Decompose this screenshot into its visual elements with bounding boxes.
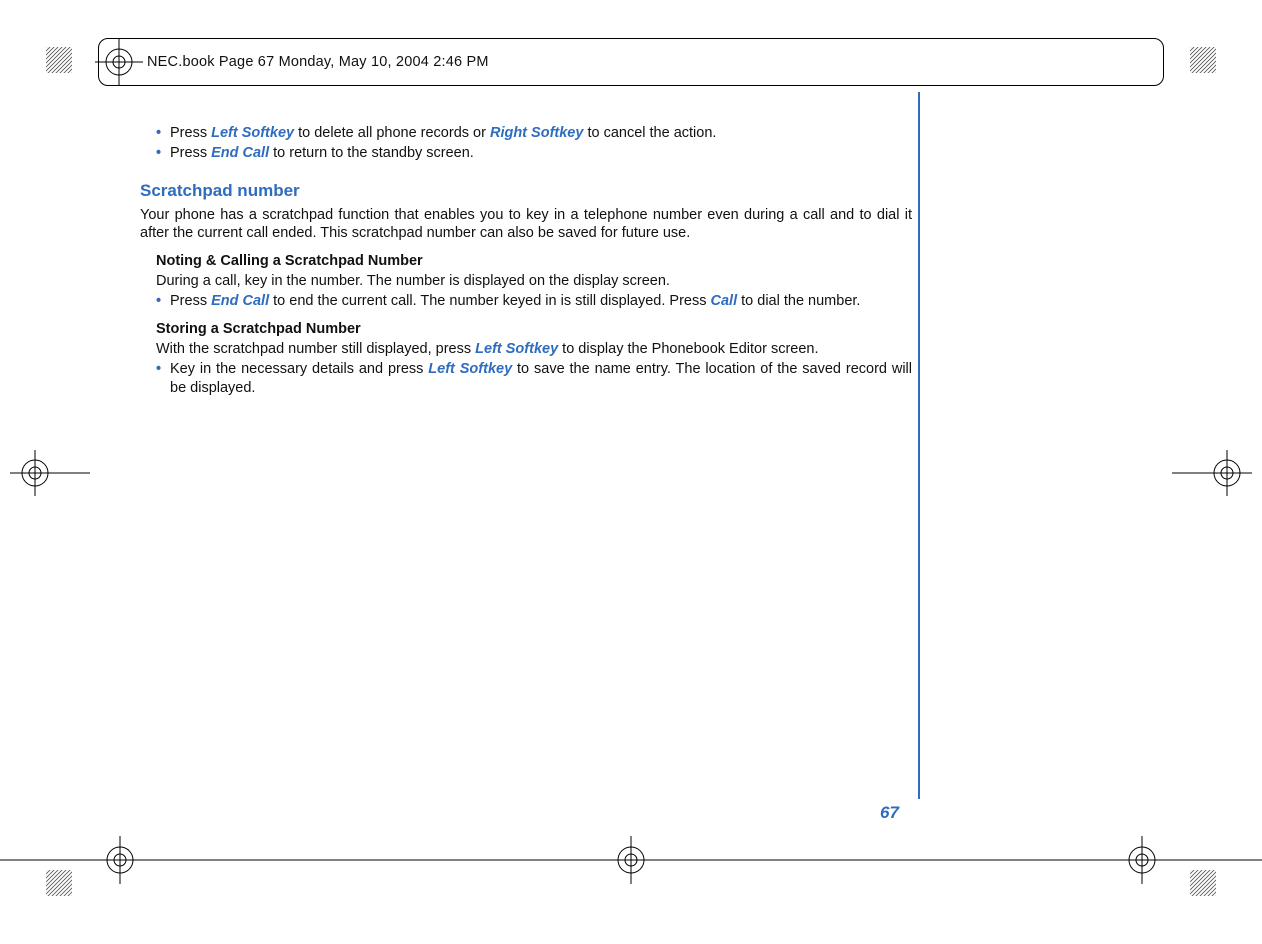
list-item: Press End Call to return to the standby … <box>156 144 912 162</box>
header-registration-mark-icon <box>89 32 149 92</box>
list-item: Press End Call to end the current call. … <box>156 292 912 310</box>
text-fragment: Press <box>170 125 211 141</box>
text-fragment: to end the current call. The number keye… <box>269 293 710 309</box>
page-header-text: NEC.book Page 67 Monday, May 10, 2004 2:… <box>147 54 489 70</box>
top-bullet-list: Press Left Softkey to delete all phone r… <box>140 124 912 162</box>
registration-bar-icon <box>0 820 1262 900</box>
hatched-square-icon <box>1190 47 1216 73</box>
text-fragment: Key in the necessary details and press <box>170 361 428 377</box>
text-fragment: to return to the standby screen. <box>269 145 474 161</box>
text-fragment: With the scratchpad number still display… <box>156 341 475 357</box>
storing-block: Storing a Scratchpad Number With the scr… <box>140 320 912 397</box>
sub-paragraph: During a call, key in the number. The nu… <box>156 272 912 290</box>
keyword-end-call: End Call <box>211 293 269 309</box>
keyword-end-call: End Call <box>211 145 269 161</box>
hatched-square-icon <box>46 47 72 73</box>
text-fragment: Press <box>170 293 211 309</box>
page-frame-right-line <box>918 92 920 799</box>
text-fragment: to delete all phone records or <box>294 125 490 141</box>
text-fragment: to display the Phonebook Editor screen. <box>558 341 818 357</box>
keyword-left-softkey: Left Softkey <box>475 341 558 357</box>
noting-block: Noting & Calling a Scratchpad Number Dur… <box>140 252 912 310</box>
keyword-left-softkey: Left Softkey <box>428 361 512 377</box>
keyword-right-softkey: Right Softkey <box>490 125 583 141</box>
text-fragment: to dial the number. <box>737 293 860 309</box>
sub-heading-storing: Storing a Scratchpad Number <box>156 320 912 338</box>
registration-mark-icon <box>0 448 90 498</box>
registration-mark-icon <box>1172 448 1262 498</box>
text-fragment: to cancel the action. <box>583 125 716 141</box>
keyword-call: Call <box>711 293 738 309</box>
sub-paragraph: With the scratchpad number still display… <box>156 340 912 358</box>
page-content: Press Left Softkey to delete all phone r… <box>140 124 912 399</box>
section-title-scratchpad: Scratchpad number <box>140 180 912 201</box>
list-item: Key in the necessary details and press L… <box>156 360 912 396</box>
list-item: Press Left Softkey to delete all phone r… <box>156 124 912 142</box>
page-number: 67 <box>880 803 899 823</box>
keyword-left-softkey: Left Softkey <box>211 125 294 141</box>
page-header-bar: NEC.book Page 67 Monday, May 10, 2004 2:… <box>98 38 1164 86</box>
text-fragment: Press <box>170 145 211 161</box>
sub-heading-noting: Noting & Calling a Scratchpad Number <box>156 252 912 270</box>
section-intro-paragraph: Your phone has a scratchpad function tha… <box>140 206 912 242</box>
